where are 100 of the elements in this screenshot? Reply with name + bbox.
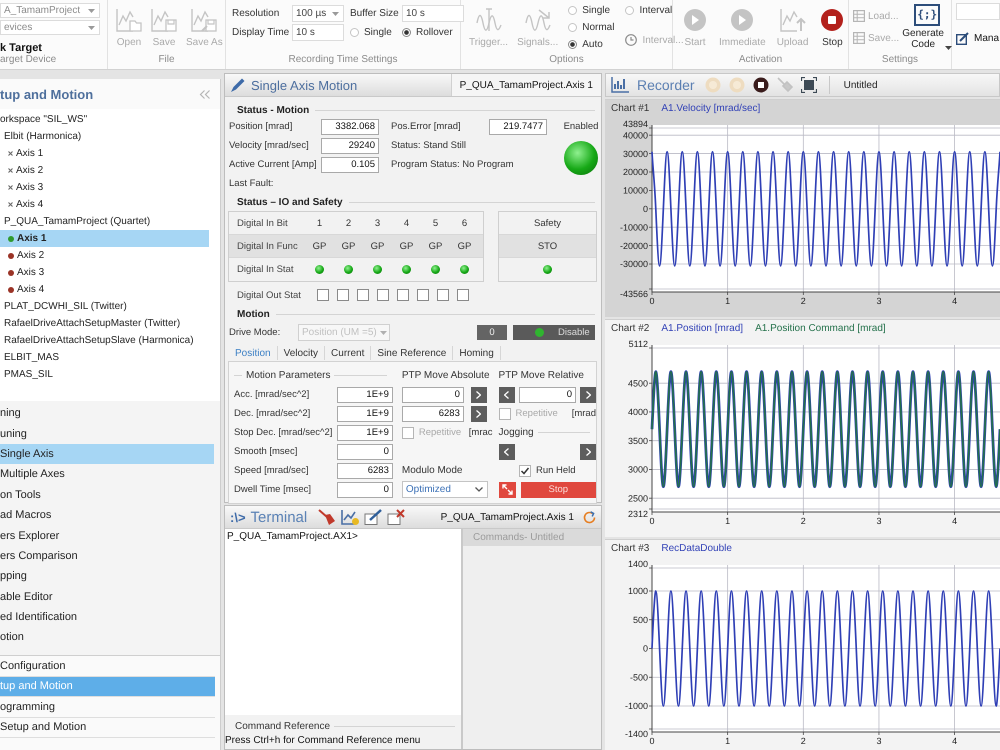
tab[interactable]: Velocity [278,346,326,360]
radio-option[interactable]: Normal [568,20,614,35]
x-tick-label: 3 [876,296,882,306]
tree-item[interactable]: Axis 2 [0,247,209,264]
tree-item[interactable]: Axis 1 [0,145,209,162]
stop-icon [819,8,846,32]
field-label: Last Fault: [229,178,274,189]
nav-item[interactable]: ers Explorer [0,525,214,546]
tab[interactable]: Current [325,346,372,360]
tree-item[interactable]: PLAT_DCWHI_SIL (Twitter) [0,298,209,315]
fit-screen-icon[interactable] [800,77,817,93]
manage-button[interactable]: Mana [956,32,1000,45]
input-field[interactable]: 0 [336,444,393,460]
input-field[interactable]: 1E+9 [336,386,393,402]
nav-item[interactable]: Multiple Axes [0,464,214,485]
value-field: 29240 [321,138,379,154]
y-tick-label: 3000 [628,464,648,475]
stop-icon[interactable] [752,77,769,93]
tree-item[interactable]: Axis 4 [0,281,209,298]
chart-disk-icon [151,8,177,32]
input-field[interactable] [956,3,1000,20]
terminal-output[interactable]: P_QUA_TamamProject.AX1> [225,529,461,715]
tree-item[interactable]: Axis 1 [0,230,209,247]
tree-item[interactable]: Elbit (Harmonica) [0,128,209,145]
checkbox[interactable] [417,289,429,301]
chart-panel[interactable]: Chart #2 A1.Position [mrad] A1.Position Command [mrad] 2312 2500 3000 3500 4000 4500 5112 0 1 2 3 4 [605,319,1000,537]
chevron-right-icon [476,410,482,418]
zero-button[interactable]: 0 [477,325,507,340]
jog-back-button[interactable] [498,444,515,460]
tree-item[interactable]: Axis 4 [0,196,209,213]
resolution-dropdown[interactable]: 100 µs [292,5,344,22]
checkbox-option[interactable]: Run Held [518,464,576,476]
y-tick-label: 10000 [622,186,648,196]
tree-item[interactable]: orkspace "SIL_WS" [0,111,209,128]
nav-item[interactable]: pping [0,566,214,587]
tree-item[interactable]: Axis 2 [0,162,209,179]
input-field[interactable]: 6283 [402,406,464,422]
tree-item[interactable]: PMAS_SIL [0,366,209,383]
nav-item[interactable]: Single Axis [0,444,214,464]
tree-item[interactable]: ELBIT_MAS [0,349,209,366]
checkbox[interactable] [377,289,389,301]
y-tick-label: 40000 [622,130,648,140]
radio-option[interactable]: Single [568,3,614,18]
chart-panel[interactable]: Chart #3 RecDataDouble -1400 -1000 -500 0 500 1000 1400 0 1 2 3 4 [605,539,1000,750]
tab[interactable]: Position [229,346,278,360]
tab[interactable]: Sine Reference [371,346,454,360]
tab[interactable]: Homing [453,346,501,360]
nav-item[interactable]: ed Identification [0,606,214,628]
refresh-icon[interactable] [583,510,596,524]
tree-item[interactable]: P_QUA_TamamProject (Quartet) [0,213,209,230]
nav-item[interactable]: ad Macros [0,504,214,526]
chart-dot-icon[interactable] [341,509,360,525]
move-back-button[interactable] [498,386,515,402]
checkbox[interactable] [397,289,409,301]
move-button[interactable] [580,386,596,402]
move-button[interactable] [470,406,487,422]
input-field[interactable]: 0 [402,386,464,402]
edit-sheet-icon[interactable] [364,509,382,525]
input-field[interactable]: 1E+9 [336,424,393,440]
tree-item[interactable]: RafaelDriveAttachSetupSlave (Harmonica) [0,332,209,349]
checkbox[interactable] [518,464,531,476]
disable-button[interactable]: Disable [513,325,595,340]
reset-button[interactable] [498,482,516,498]
checkbox[interactable] [317,289,329,301]
nav-item[interactable]: ning [0,403,214,424]
input-field[interactable]: 1E+9 [336,406,393,422]
nav-item[interactable]: uning [0,423,214,444]
radio-option[interactable]: Rollover [402,25,464,40]
display-time-field[interactable]: 10 s [292,24,344,41]
checkbox[interactable] [337,289,349,301]
radio-option[interactable]: Single [350,25,396,40]
input-field[interactable]: 0 [518,386,576,402]
tree-item[interactable]: Axis 3 [0,179,209,196]
nav-item[interactable]: on Tools [0,484,214,505]
broom-icon[interactable] [318,509,336,525]
jog-forward-button[interactable] [580,444,596,460]
section-tab[interactable]: Setup and Motion [0,718,215,738]
sheet-cross-icon[interactable] [387,509,406,525]
toolbar-button[interactable]: Stop [816,0,848,48]
tree-item[interactable]: Axis 3 [0,264,209,281]
target-link[interactable]: k Target [0,42,42,54]
input-field[interactable]: 6283 [336,462,393,478]
section-tab[interactable]: ogramming [0,697,215,718]
tree-item[interactable]: RafaelDriveAttachSetupMaster (Twitter) [0,315,209,332]
nav-item[interactable]: able Editor [0,586,214,607]
radio-option[interactable]: Auto [568,37,614,52]
nav-item[interactable]: ers Comparison [0,546,214,566]
generate-code-button[interactable]: {;} Generate Code [902,4,952,54]
checkbox[interactable] [437,289,449,301]
move-button[interactable] [470,386,487,402]
chart-panel[interactable]: Chart #1 A1.Velocity [mrad/sec] -43566 -30000 -20000 -10000 0 10000 20000 30000 40000 43894 0 1 2 3 4 [605,99,1000,317]
section-title: Status – IO and Safety [237,196,343,208]
input-field[interactable]: 0 [336,482,393,498]
x-tick-label: 2 [800,296,806,306]
modulo-mode-dropdown[interactable]: Optimized [402,481,488,498]
checkbox[interactable] [357,289,369,301]
checkbox[interactable] [457,289,469,301]
buffer-size-field[interactable]: 10 s [402,5,464,22]
x-tick-label: 2 [800,516,806,526]
nav-item[interactable]: otion [0,627,214,648]
